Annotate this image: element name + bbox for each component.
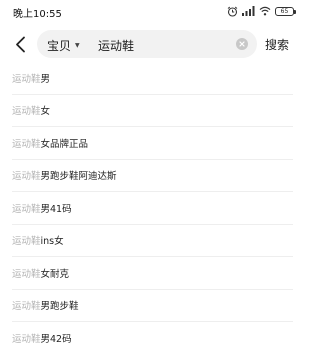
suggestion-item[interactable]: 运动鞋 ins女 bbox=[12, 225, 293, 257]
status-icons: 65 bbox=[227, 5, 296, 17]
suggestion-item[interactable]: 运动鞋 男跑步鞋阿迪达斯 bbox=[12, 160, 293, 192]
search-bar-row: 宝贝 ▼ 运动鞋 搜索 bbox=[0, 28, 305, 60]
search-button[interactable]: 搜索 bbox=[265, 36, 289, 53]
suggestion-suffix: 女品牌正品 bbox=[40, 138, 89, 150]
suggestion-item[interactable]: 运动鞋 女耐克 bbox=[12, 257, 293, 290]
suggestion-prefix: 运动鞋 bbox=[12, 268, 41, 280]
status-bar: 晚上10:55 65 bbox=[0, 0, 305, 24]
signal-icon bbox=[242, 6, 255, 16]
suggestion-suffix: ins女 bbox=[40, 236, 64, 248]
suggestion-prefix: 运动鞋 bbox=[12, 106, 41, 118]
search-scope-label: 宝贝 bbox=[47, 39, 72, 53]
battery-icon: 65 bbox=[275, 6, 296, 16]
back-button[interactable] bbox=[10, 33, 30, 55]
suggestion-prefix: 运动鞋 bbox=[12, 138, 41, 150]
chevron-left-icon bbox=[15, 36, 25, 52]
suggestion-prefix: 运动鞋 bbox=[12, 333, 41, 345]
clear-button[interactable] bbox=[236, 38, 248, 50]
suggestion-prefix: 运动鞋 bbox=[12, 301, 41, 313]
suggestion-item[interactable]: 运动鞋女 bbox=[12, 95, 293, 127]
close-icon bbox=[239, 41, 245, 47]
suggestion-item[interactable]: 运动鞋 女品牌正品 bbox=[12, 127, 293, 160]
suggestion-suffix: 男跑步鞋阿迪达斯 bbox=[40, 171, 117, 183]
suggestion-prefix: 运动鞋 bbox=[12, 236, 41, 248]
suggestion-item[interactable]: 运动鞋 男41码 bbox=[12, 192, 293, 225]
suggestion-item[interactable]: 运动鞋男 bbox=[12, 62, 293, 95]
suggestion-prefix: 运动鞋 bbox=[12, 171, 41, 183]
suggestion-item[interactable]: 运动鞋 男42码 bbox=[12, 322, 293, 352]
search-scope-dropdown[interactable]: 宝贝 ▼ bbox=[47, 37, 80, 54]
alarm-icon bbox=[227, 6, 238, 17]
suggestion-suffix: 男41码 bbox=[40, 203, 72, 215]
suggestion-suffix: 女 bbox=[40, 106, 51, 118]
suggestion-list: 运动鞋男 运动鞋女 运动鞋 女品牌正品 运动鞋 男跑步鞋阿迪达斯 运动鞋 男41码 运… bbox=[12, 62, 293, 352]
suggestion-suffix: 男42码 bbox=[40, 333, 72, 345]
wifi-icon bbox=[259, 6, 271, 16]
suggestion-suffix: 男 bbox=[40, 73, 51, 85]
suggestion-suffix: 男跑步鞋 bbox=[40, 301, 79, 313]
suggestion-prefix: 运动鞋 bbox=[12, 73, 41, 85]
suggestion-prefix: 运动鞋 bbox=[12, 203, 41, 215]
search-input[interactable]: 宝贝 ▼ 运动鞋 bbox=[37, 30, 257, 58]
caret-down-icon: ▼ bbox=[75, 42, 80, 49]
suggestion-suffix: 女耐克 bbox=[40, 268, 70, 280]
status-time: 晚上10:55 bbox=[13, 9, 62, 20]
search-query-text: 运动鞋 bbox=[98, 39, 135, 53]
suggestion-item[interactable]: 运动鞋 男跑步鞋 bbox=[12, 290, 293, 322]
